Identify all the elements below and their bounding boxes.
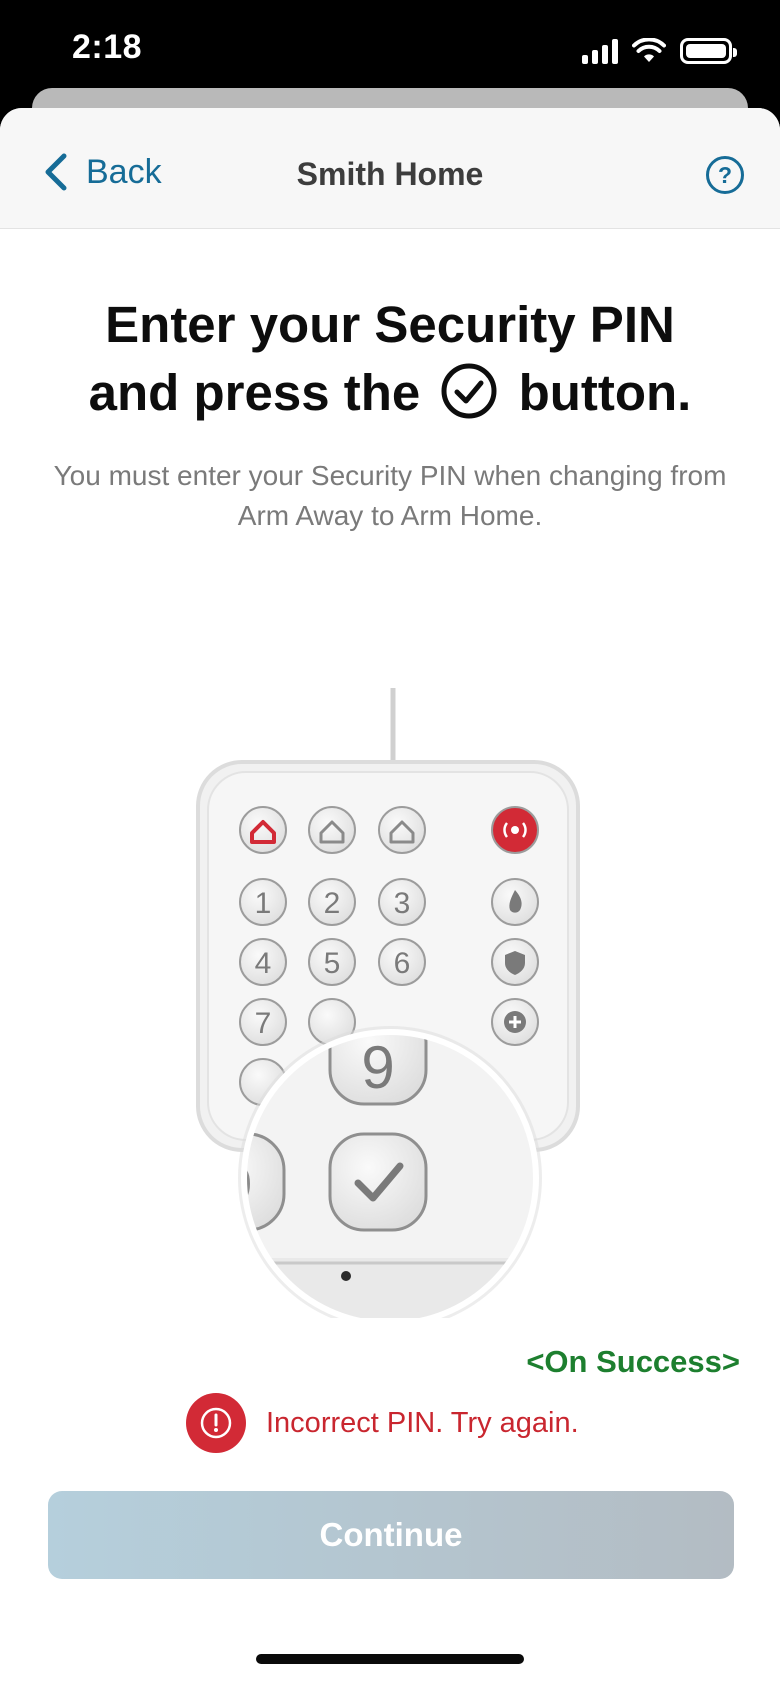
svg-text:6: 6 bbox=[394, 947, 411, 980]
wifi-icon bbox=[632, 38, 666, 62]
svg-text:3: 3 bbox=[394, 887, 411, 920]
help-icon[interactable]: ? bbox=[706, 156, 744, 194]
error-icon bbox=[186, 1393, 246, 1453]
number-key-5: 5 bbox=[308, 938, 356, 986]
number-key-1: 1 bbox=[239, 878, 287, 926]
svg-text:5: 5 bbox=[324, 947, 341, 980]
instruction-subtext: You must enter your Security PIN when ch… bbox=[53, 460, 727, 531]
modal-sheet: Back Smith Home ? Enter your Security PI… bbox=[0, 108, 780, 1688]
number-key-2: 2 bbox=[308, 878, 356, 926]
cellular-signal-icon bbox=[582, 38, 618, 64]
svg-text:2: 2 bbox=[324, 887, 341, 920]
exclamation-circle-icon bbox=[200, 1407, 232, 1439]
instruction-heading: Enter your Security PIN and press the bu… bbox=[30, 291, 750, 427]
svg-text:1: 1 bbox=[255, 887, 272, 920]
svg-text:9: 9 bbox=[361, 1034, 394, 1101]
home-indicator bbox=[256, 1654, 524, 1664]
status-bar: 2:18 bbox=[0, 0, 780, 100]
fire-key-icon bbox=[491, 878, 539, 926]
medical-key-icon bbox=[491, 998, 539, 1046]
error-message-row: Incorrect PIN. Try again. bbox=[186, 1393, 579, 1453]
arm-home-key-icon bbox=[308, 806, 356, 854]
check-circle-icon bbox=[441, 363, 497, 419]
arm-away-key-icon bbox=[239, 806, 287, 854]
keypad-illustration: 1 2 3 4 5 6 7 0 9 bbox=[196, 688, 580, 1318]
number-key-3: 3 bbox=[378, 878, 426, 926]
heading-line-2-start: and press the bbox=[88, 364, 421, 421]
zoom-check-key-icon bbox=[328, 1132, 428, 1232]
svg-text:4: 4 bbox=[255, 947, 272, 980]
number-key-6: 6 bbox=[378, 938, 426, 986]
status-time: 2:18 bbox=[72, 28, 143, 66]
heading-line-2-end: button. bbox=[518, 364, 692, 421]
number-key-7: 7 bbox=[239, 998, 287, 1046]
status-icons bbox=[582, 38, 737, 64]
panic-key-icon bbox=[491, 806, 539, 854]
error-text: Incorrect PIN. Try again. bbox=[266, 1406, 579, 1439]
page-title: Smith Home bbox=[296, 156, 484, 192]
police-key-icon bbox=[491, 938, 539, 986]
heading-line-1: Enter your Security PIN bbox=[105, 296, 675, 353]
number-key-4: 4 bbox=[239, 938, 287, 986]
disarm-key-icon bbox=[378, 806, 426, 854]
success-annotation: <On Success> bbox=[526, 1344, 740, 1379]
svg-text:7: 7 bbox=[255, 1007, 272, 1040]
nav-bar: Back Smith Home ? bbox=[0, 108, 780, 229]
continue-button[interactable]: Continue bbox=[48, 1491, 734, 1579]
battery-icon bbox=[680, 38, 737, 64]
